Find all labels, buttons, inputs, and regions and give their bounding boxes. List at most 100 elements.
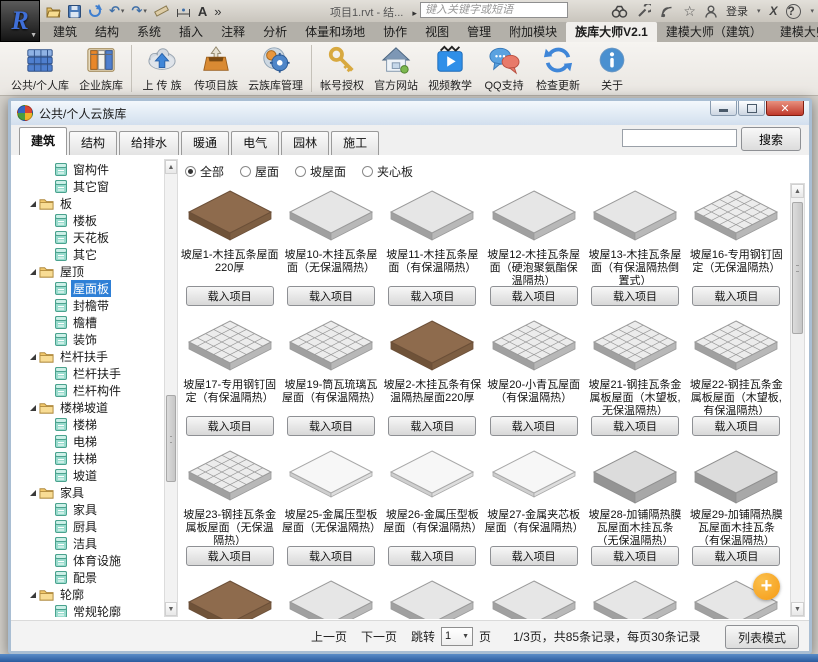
tree-folder-25[interactable]: 轮廓 (21, 586, 163, 603)
wrench-icon[interactable] (637, 4, 651, 18)
filter-option-0[interactable]: 全部 (185, 163, 224, 180)
load-into-project-button[interactable]: 载入项目 (287, 546, 375, 566)
tree-item-3[interactable]: 楼板 (21, 212, 163, 229)
sync-icon[interactable] (88, 2, 102, 20)
tree-folder-11[interactable]: 栏杆扶手 (21, 348, 163, 365)
tree-item-9[interactable]: 檐槽 (21, 314, 163, 331)
ribbon-tab-2[interactable]: 系统 (128, 22, 170, 42)
tree-item-20[interactable]: 家具 (21, 501, 163, 518)
family-thumbnail[interactable] (488, 315, 580, 379)
tool-grid[interactable]: 公共/个人库 (6, 42, 74, 95)
login-button[interactable]: 登录 (726, 3, 748, 19)
tree-scrollbar[interactable]: ▲ ▼ (164, 159, 178, 617)
load-into-project-button[interactable]: 载入项目 (287, 286, 375, 306)
family-thumbnail[interactable] (488, 575, 580, 619)
tree-folder-6[interactable]: 屋顶 (21, 263, 163, 280)
family-thumbnail[interactable] (184, 445, 276, 509)
load-into-project-button[interactable]: 载入项目 (591, 286, 679, 306)
undo-icon[interactable]: ↶▾ (109, 2, 124, 20)
load-into-project-button[interactable]: 载入项目 (186, 286, 274, 306)
help-icon[interactable]: ? (786, 4, 801, 19)
exchange-apps-icon[interactable]: X (769, 4, 777, 18)
family-thumbnail[interactable] (285, 315, 377, 379)
tree-item-1[interactable]: 其它窗 (21, 178, 163, 195)
family-thumbnail[interactable] (690, 185, 782, 249)
ribbon-tab-8[interactable]: 视图 (416, 22, 458, 42)
load-into-project-button[interactable]: 载入项目 (490, 286, 578, 306)
family-thumbnail[interactable] (285, 185, 377, 249)
family-thumbnail[interactable] (589, 315, 681, 379)
expand-arrow-icon[interactable] (29, 200, 39, 208)
family-thumbnail[interactable] (589, 445, 681, 509)
tree-item-8[interactable]: 封檐带 (21, 297, 163, 314)
tree-item-7[interactable]: 屋面板 (21, 280, 163, 297)
family-thumbnail[interactable] (386, 185, 478, 249)
star-icon[interactable]: ☆ (683, 3, 696, 20)
ribbon-tab-11[interactable]: 族库大师V2.1 (566, 22, 657, 42)
ribbon-tab-7[interactable]: 协作 (374, 22, 416, 42)
family-thumbnail[interactable] (690, 445, 782, 509)
load-into-project-button[interactable]: 载入项目 (388, 546, 476, 566)
filter-option-2[interactable]: 坡屋面 (295, 163, 346, 180)
family-thumbnail[interactable] (386, 445, 478, 509)
page-select[interactable]: 1 ▼ (441, 627, 473, 646)
ribbon-tab-1[interactable]: 结构 (86, 22, 128, 42)
expand-arrow-icon[interactable] (29, 404, 39, 412)
help-search-input[interactable] (420, 2, 568, 18)
discipline-tab-1[interactable]: 结构 (69, 131, 117, 155)
discipline-tab-6[interactable]: 施工 (331, 131, 379, 155)
family-thumbnail[interactable] (488, 445, 580, 509)
add-family-button[interactable]: + (753, 573, 780, 600)
text-icon[interactable]: A (198, 2, 207, 20)
family-thumbnail[interactable] (589, 185, 681, 249)
tool-video[interactable]: 视频教学 (423, 42, 477, 95)
family-thumbnail[interactable] (184, 185, 276, 249)
binoculars-icon[interactable] (611, 5, 628, 18)
load-into-project-button[interactable]: 载入项目 (692, 416, 780, 436)
content-scroll-down-icon[interactable]: ▼ (791, 602, 804, 616)
prev-page-button[interactable]: 上一页 (311, 628, 347, 645)
tool-info[interactable]: 关于 (585, 42, 639, 95)
search-button[interactable]: 搜索 (741, 127, 801, 151)
save-icon[interactable] (68, 2, 81, 20)
family-thumbnail[interactable] (589, 575, 681, 619)
content-scrollbar[interactable]: ▲ ▼ (790, 183, 805, 617)
tree-item-21[interactable]: 厨具 (21, 518, 163, 535)
tool-home[interactable]: 官方网站 (369, 42, 423, 95)
tree-folder-14[interactable]: 楼梯坡道 (21, 399, 163, 416)
tree-item-24[interactable]: 配景 (21, 569, 163, 586)
load-into-project-button[interactable]: 载入项目 (388, 286, 476, 306)
filter-option-1[interactable]: 屋面 (240, 163, 279, 180)
family-thumbnail[interactable] (184, 575, 276, 619)
tree-item-13[interactable]: 栏杆构件 (21, 382, 163, 399)
tool-refresh[interactable]: 检查更新 (531, 42, 585, 95)
next-page-button[interactable]: 下一页 (361, 628, 397, 645)
tree-scroll-thumb[interactable] (166, 395, 176, 482)
tree-item-26[interactable]: 常规轮廓 (21, 603, 163, 617)
close-button[interactable]: ✕ (766, 101, 804, 116)
ribbon-tab-4[interactable]: 注释 (212, 22, 254, 42)
family-thumbnail[interactable] (285, 575, 377, 619)
library-search-input[interactable] (622, 129, 737, 147)
expand-arrow-icon[interactable] (29, 268, 39, 276)
tree-item-0[interactable]: 窗构件 (21, 161, 163, 178)
tree-item-12[interactable]: 栏杆扶手 (21, 365, 163, 382)
discipline-tab-4[interactable]: 电气 (231, 131, 279, 155)
load-into-project-button[interactable]: 载入项目 (591, 416, 679, 436)
help-caret-icon[interactable]: ▾ (810, 7, 814, 15)
tool-key[interactable]: 帐号授权 (315, 42, 369, 95)
expand-arrow-icon[interactable] (29, 489, 39, 497)
discipline-tab-2[interactable]: 给排水 (119, 131, 179, 155)
load-into-project-button[interactable]: 载入项目 (591, 546, 679, 566)
ribbon-tab-6[interactable]: 体量和场地 (296, 22, 374, 42)
load-into-project-button[interactable]: 载入项目 (490, 416, 578, 436)
tool-cloud-up[interactable]: 上 传 族 (135, 42, 189, 95)
content-scroll-thumb[interactable] (792, 202, 803, 334)
tree-folder-19[interactable]: 家具 (21, 484, 163, 501)
open-icon[interactable] (46, 2, 61, 20)
tool-box-up[interactable]: 传项目族 (189, 42, 243, 95)
discipline-tab-5[interactable]: 园林 (281, 131, 329, 155)
more-icon[interactable]: » (214, 2, 221, 20)
family-thumbnail[interactable] (285, 445, 377, 509)
tree-item-22[interactable]: 洁具 (21, 535, 163, 552)
